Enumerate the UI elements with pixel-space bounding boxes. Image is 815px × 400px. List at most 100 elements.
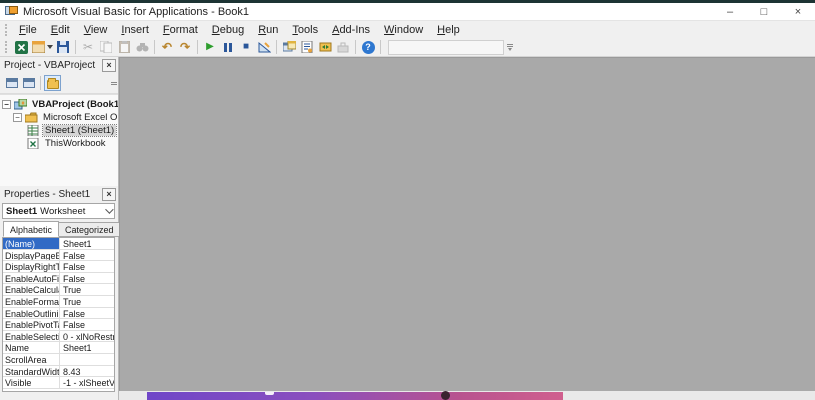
property-row[interactable]: EnableAutoFilter False: [3, 273, 114, 285]
property-row[interactable]: ScrollArea: [3, 354, 114, 366]
property-value[interactable]: False: [60, 261, 114, 272]
menu-format[interactable]: Format: [156, 23, 205, 37]
menu-bar: File Edit View Insert Format Debug Run T…: [0, 21, 815, 38]
property-value[interactable]: False: [60, 250, 114, 261]
view-excel-button[interactable]: [12, 39, 30, 56]
collapse-icon[interactable]: −: [2, 100, 11, 109]
menu-edit[interactable]: Edit: [44, 23, 77, 37]
object-selector-dropdown[interactable]: Sheet1 Worksheet: [2, 203, 115, 219]
tab-alphabetic[interactable]: Alphabetic: [3, 221, 59, 237]
menu-debug[interactable]: Debug: [205, 23, 251, 37]
tree-item-sheet1[interactable]: Sheet1 (Sheet1): [0, 124, 118, 137]
tree-item-excel-objects[interactable]: − Microsoft Excel Objects: [0, 111, 118, 124]
property-row[interactable]: Visible -1 - xlSheetVisib: [3, 377, 114, 389]
find-button[interactable]: [133, 39, 151, 56]
property-row[interactable]: (Name) Sheet1: [3, 238, 114, 250]
property-row[interactable]: EnablePivotTable False: [3, 319, 114, 331]
redo-icon: ↷: [180, 41, 190, 53]
design-mode-button[interactable]: [255, 39, 273, 56]
toggle-folders-button[interactable]: [44, 75, 61, 91]
menu-tools[interactable]: Tools: [285, 23, 325, 37]
menu-view[interactable]: View: [77, 23, 115, 37]
project-toolbar-overflow[interactable]: [109, 76, 118, 91]
property-row[interactable]: Name Sheet1: [3, 342, 114, 354]
menu-addins[interactable]: Add-Ins: [325, 23, 377, 37]
run-button[interactable]: ▶: [201, 39, 219, 56]
property-value[interactable]: -1 - xlSheetVisib: [60, 377, 114, 388]
property-row[interactable]: DisplayPageBreak False: [3, 250, 114, 262]
project-explorer-button[interactable]: [280, 39, 298, 56]
project-panel-titlebar[interactable]: Project - VBAProject ×: [0, 57, 118, 73]
property-value[interactable]: Sheet1: [60, 342, 114, 353]
property-name: EnablePivotTable: [3, 319, 60, 330]
property-value[interactable]: Sheet1: [60, 238, 114, 249]
minimize-button[interactable]: –: [713, 3, 747, 20]
tree-item-thisworkbook[interactable]: ThisWorkbook: [0, 137, 118, 150]
property-row[interactable]: EnableSelection 0 - xlNoRestricti: [3, 331, 114, 343]
reset-button[interactable]: ■: [237, 39, 255, 56]
tab-categorized[interactable]: Categorized: [58, 222, 121, 237]
close-icon: ×: [795, 6, 801, 18]
toolbar-overflow-button[interactable]: [505, 40, 514, 55]
break-icon: [224, 43, 232, 52]
cut-icon: ✂: [83, 41, 93, 53]
background-window-gradient-bar: [147, 392, 563, 400]
property-value[interactable]: True: [60, 284, 114, 295]
property-name: EnableCalculation: [3, 284, 60, 295]
paste-button[interactable]: [115, 39, 133, 56]
properties-panel: Properties - Sheet1 × Sheet1 Worksheet A…: [0, 186, 118, 400]
help-icon: ?: [362, 41, 375, 54]
property-value[interactable]: False: [60, 308, 114, 319]
menu-help[interactable]: Help: [430, 23, 467, 37]
property-value[interactable]: [60, 354, 114, 365]
properties-window-button[interactable]: [298, 39, 316, 56]
project-tree: − VBAProject (Book1) − Microsoft Excel O…: [0, 94, 118, 186]
menu-insert[interactable]: Insert: [114, 23, 156, 37]
maximize-button[interactable]: □: [747, 3, 781, 20]
folder-open-icon: [25, 112, 38, 123]
properties-panel-close-button[interactable]: ×: [102, 188, 116, 201]
object-browser-button[interactable]: [316, 39, 334, 56]
tree-item-label: Sheet1 (Sheet1): [43, 125, 116, 136]
window-title: Microsoft Visual Basic for Applications …: [23, 6, 249, 18]
property-row[interactable]: EnableFormatCon True: [3, 296, 114, 308]
view-code-button[interactable]: [3, 75, 20, 91]
menu-run[interactable]: Run: [251, 23, 285, 37]
property-row[interactable]: EnableCalculation True: [3, 284, 114, 296]
redo-button[interactable]: ↷: [176, 39, 194, 56]
cut-button[interactable]: ✂: [79, 39, 97, 56]
insert-userform-button[interactable]: [30, 39, 54, 56]
break-button[interactable]: [219, 39, 237, 56]
property-row[interactable]: EnableOutlining False: [3, 308, 114, 320]
undo-button[interactable]: ↶: [158, 39, 176, 56]
project-panel-close-button[interactable]: ×: [102, 59, 116, 72]
property-value[interactable]: False: [60, 273, 114, 284]
reset-icon: ■: [243, 42, 249, 52]
toolbar-grip[interactable]: [5, 41, 9, 53]
save-button[interactable]: [54, 39, 72, 56]
view-object-button[interactable]: [20, 75, 37, 91]
chevron-down-icon: [105, 205, 113, 213]
paste-icon: [119, 41, 130, 53]
help-button[interactable]: ?: [359, 39, 377, 56]
close-button[interactable]: ×: [781, 3, 815, 20]
menu-window[interactable]: Window: [377, 23, 430, 37]
property-value[interactable]: 8.43: [60, 366, 114, 377]
property-row[interactable]: StandardWidth 8.43: [3, 366, 114, 378]
collapse-icon[interactable]: −: [13, 113, 22, 122]
properties-panel-titlebar[interactable]: Properties - Sheet1 ×: [0, 186, 118, 202]
copy-button[interactable]: [97, 39, 115, 56]
property-grid: (Name) Sheet1 DisplayPageBreak False Dis…: [2, 237, 115, 392]
object-browser-icon: [319, 41, 332, 53]
toolbox-button[interactable]: [334, 39, 352, 56]
title-bar: Microsoft Visual Basic for Applications …: [0, 3, 815, 21]
menu-file[interactable]: File: [12, 23, 44, 37]
menubar-grip[interactable]: [5, 24, 9, 36]
property-value[interactable]: 0 - xlNoRestricti: [60, 331, 114, 342]
folder-icon: [47, 80, 59, 89]
property-value[interactable]: True: [60, 296, 114, 307]
tree-item-label: VBAProject (Book1): [30, 99, 118, 110]
property-row[interactable]: DisplayRightToLef False: [3, 261, 114, 273]
property-value[interactable]: False: [60, 319, 114, 330]
tree-item-vbaproject[interactable]: − VBAProject (Book1): [0, 98, 118, 111]
